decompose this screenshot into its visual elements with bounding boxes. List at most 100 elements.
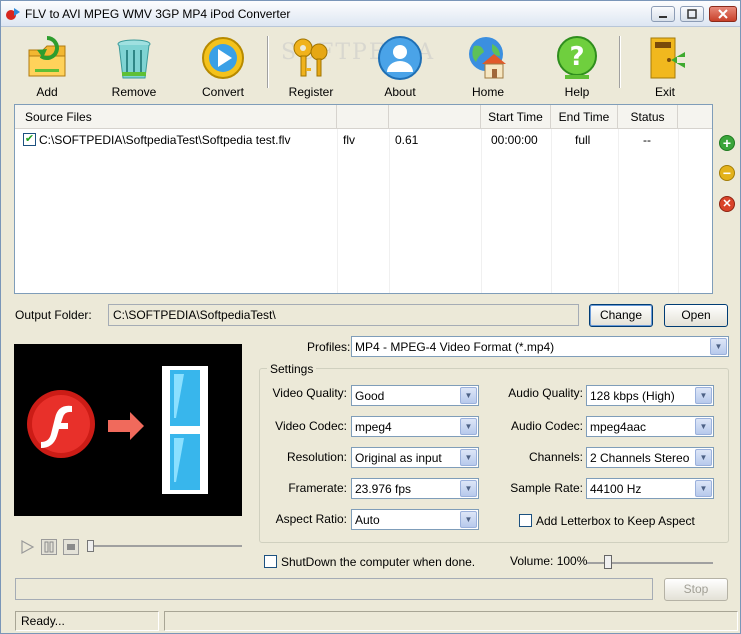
sample-rate-label: Sample Rate: (510, 481, 583, 495)
shutdown-checkbox[interactable] (264, 555, 277, 568)
profiles-label: Profiles: (307, 340, 351, 354)
column-size[interactable] (389, 105, 481, 129)
remove-button[interactable]: Remove (104, 34, 164, 99)
remove-label: Remove (111, 85, 157, 99)
audio-codec-value: mpeg4aac (590, 420, 647, 434)
help-button[interactable]: ? Help (547, 34, 607, 99)
resolution-select[interactable]: Original as input ▼ (351, 447, 479, 468)
audio-quality-select[interactable]: 128 kbps (High) ▼ (586, 385, 714, 406)
toolbar-separator (267, 36, 269, 88)
source-file-path: C:\SOFTPEDIA\SoftpediaTest\Softpedia tes… (39, 133, 291, 147)
register-label: Register (288, 85, 334, 99)
channels-label: Channels: (528, 450, 583, 464)
status-bar: Ready... (1, 609, 740, 633)
column-divider (337, 129, 338, 293)
home-label: Home (471, 85, 504, 99)
column-end-time[interactable]: End Time (551, 105, 618, 129)
close-icon: ✕ (722, 198, 732, 210)
channels-select[interactable]: 2 Channels Stereo ▼ (586, 447, 714, 468)
minus-icon: − (722, 165, 732, 181)
pause-button[interactable] (41, 539, 57, 555)
volume-slider-thumb[interactable] (604, 555, 612, 569)
seek-track[interactable] (90, 545, 242, 547)
column-status[interactable]: Status (618, 105, 678, 129)
settings-legend: Settings (267, 362, 317, 376)
minimize-button[interactable] (651, 6, 675, 22)
about-button[interactable]: About (370, 34, 430, 99)
status-panel (164, 611, 738, 631)
audio-codec-select[interactable]: mpeg4aac ▼ (586, 416, 714, 437)
user-info-icon (378, 36, 422, 80)
about-label: About (384, 85, 416, 99)
video-quality-select[interactable]: Good ▼ (351, 385, 479, 406)
output-folder-field[interactable]: C:\SOFTPEDIA\SoftpediaTest\ (108, 304, 579, 326)
letterbox-checkbox[interactable] (519, 514, 532, 527)
column-divider (481, 129, 482, 293)
source-file-list[interactable]: Source Files Start Time End Time Status … (14, 104, 713, 294)
add-button[interactable]: Add (17, 34, 77, 99)
delete-all-button[interactable]: ✕ (719, 196, 735, 212)
audio-codec-label: Audio Codec: (510, 419, 583, 433)
shutdown-label: ShutDown the computer when done. (281, 555, 476, 569)
column-start-time[interactable]: Start Time (481, 105, 551, 129)
output-folder-label: Output Folder: (15, 308, 92, 322)
profiles-select[interactable]: MP4 - MPEG-4 Video Format (*.mp4) ▼ (351, 336, 729, 357)
svg-text:?: ? (569, 42, 584, 72)
file-format: flv (343, 133, 355, 147)
status-text: Ready... (15, 611, 159, 631)
video-codec-value: mpeg4 (355, 420, 392, 434)
flash-to-video-graphic (27, 366, 208, 494)
letterbox-label: Add Letterbox to Keep Aspect (536, 514, 695, 528)
framerate-select[interactable]: 23.976 fps ▼ (351, 478, 479, 499)
column-source-files[interactable]: Source Files (15, 105, 337, 129)
exit-label: Exit (654, 85, 675, 99)
aspect-ratio-label: Aspect Ratio: (275, 512, 347, 526)
chevron-down-icon: ▼ (460, 511, 477, 528)
chevron-down-icon: ▼ (710, 338, 727, 355)
window-title: FLV to AVI MPEG WMV 3GP MP4 iPod Convert… (25, 7, 291, 21)
minimize-icon (659, 16, 667, 18)
preview-controls (15, 537, 243, 557)
file-start-time: 00:00:00 (491, 133, 538, 147)
title-bar[interactable]: FLV to AVI MPEG WMV 3GP MP4 iPod Convert… (1, 1, 740, 27)
add-file-button[interactable]: + (719, 135, 735, 151)
column-format[interactable] (337, 105, 389, 129)
file-list-header: Source Files Start Time End Time Status (15, 105, 712, 129)
volume-label: Volume: 100% (510, 554, 588, 568)
trash-icon (117, 39, 151, 79)
toolbar: SOFTPEDIA Add Remove Convert Register Ab… (1, 28, 740, 100)
home-button[interactable]: Home (458, 34, 518, 99)
convert-label: Convert (201, 85, 245, 99)
chevron-down-icon: ▼ (460, 480, 477, 497)
chevron-down-icon: ▼ (460, 387, 477, 404)
plus-icon: + (722, 135, 732, 151)
globe-home-icon (469, 37, 506, 79)
exit-button[interactable]: Exit (635, 34, 695, 99)
maximize-button[interactable] (680, 6, 704, 22)
aspect-ratio-select[interactable]: Auto ▼ (351, 509, 479, 530)
register-button[interactable]: Register (281, 34, 341, 99)
resolution-label: Resolution: (286, 450, 347, 464)
sample-rate-select[interactable]: 44100 Hz ▼ (586, 478, 714, 499)
folder-add-icon (28, 36, 66, 77)
app-icon (6, 8, 20, 20)
column-divider (551, 129, 552, 293)
close-button[interactable] (709, 6, 737, 22)
video-codec-select[interactable]: mpeg4 ▼ (351, 416, 479, 437)
stop-preview-button[interactable] (63, 539, 79, 555)
help-icon: ? (557, 36, 597, 79)
file-checkbox[interactable]: ✔ (23, 133, 36, 146)
channels-value: 2 Channels Stereo (590, 451, 690, 465)
keys-icon (293, 38, 328, 77)
change-button[interactable]: Change (589, 304, 653, 327)
chevron-down-icon: ▼ (695, 449, 712, 466)
remove-file-button[interactable]: − (719, 165, 735, 181)
video-preview (14, 344, 242, 516)
play-button[interactable] (19, 539, 35, 555)
seek-slider-thumb[interactable] (87, 540, 94, 552)
app-window: FLV to AVI MPEG WMV 3GP MP4 iPod Convert… (0, 0, 741, 634)
stop-button[interactable]: Stop (664, 578, 728, 601)
file-status: -- (643, 133, 651, 147)
convert-button[interactable]: Convert (193, 34, 253, 99)
open-button[interactable]: Open (664, 304, 728, 327)
